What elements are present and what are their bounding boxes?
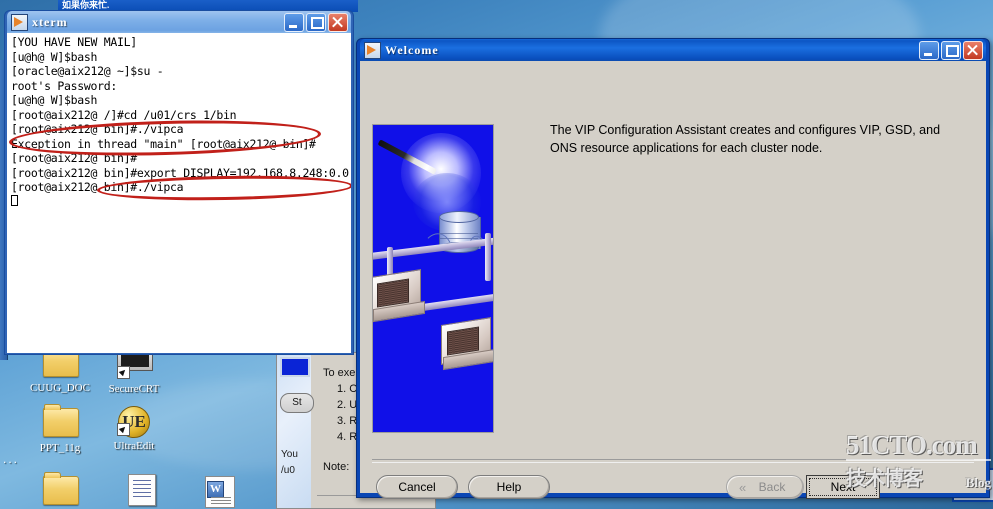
terminal-line: Exception in thread "main" [root@aix212@…	[11, 136, 316, 151]
oracle-splash-illustration	[372, 124, 494, 433]
desktop: 如果你来忙. CUUG_DOC SecureCRT PPT_11g UE Ult…	[0, 0, 993, 509]
word-document-icon: W	[203, 476, 237, 508]
terminal-line: [root@aix212@ bin]#./vipca	[11, 122, 184, 136]
background-window-selection	[280, 357, 310, 377]
desktop-icon-folder-bottom[interactable]	[22, 472, 98, 509]
welcome-message: The VIP Configuration Assistant creates …	[550, 123, 941, 155]
desktop-icon-label: SecureCRT	[108, 383, 160, 395]
terminal-line: [YOU HAVE NEW MAIL]	[11, 35, 137, 49]
desktop-icon-ppt-11g[interactable]: PPT_11g	[22, 404, 98, 454]
desktop-icon-label: PPT_11g	[39, 442, 81, 454]
background-window-text-you: You	[281, 449, 298, 460]
back-button-label: Back	[758, 480, 786, 494]
welcome-dialog-window[interactable]: Welcome The VIP Configuration Assistant …	[356, 38, 990, 499]
folder-icon	[43, 404, 79, 438]
desktop-ellipsis: ...	[3, 452, 20, 466]
welcome-title: Welcome	[385, 42, 439, 57]
cancel-button-label: Cancel	[398, 480, 436, 494]
help-button-label: Help	[496, 480, 522, 494]
terminal-line: [root@aix212@ /]#cd /u01/crs_1/bin	[11, 107, 237, 122]
close-icon[interactable]	[963, 40, 983, 60]
xterm-window[interactable]: xterm [YOU HAVE NEW MAIL] [u@h@ W]$bash …	[4, 10, 354, 355]
xterm-titlebar[interactable]: xterm	[7, 11, 351, 33]
next-button[interactable]: Next	[806, 475, 880, 499]
desktop-icon-label: UltraEdit	[113, 440, 155, 452]
document-icon	[125, 474, 159, 506]
terminal-line: [root@aix212@ bin]#export DISPLAY=192.16…	[11, 165, 349, 180]
background-window-start-button[interactable]: St	[280, 393, 314, 413]
welcome-titlebar[interactable]: Welcome	[360, 39, 986, 61]
minimize-icon[interactable]	[919, 40, 939, 60]
desktop-icon-label: CUUG_DOC	[30, 382, 90, 394]
xterm-title: xterm	[32, 14, 68, 29]
xterm-window-controls	[284, 12, 348, 32]
terminal-line: root's Password:	[11, 78, 117, 93]
minimize-icon[interactable]	[284, 12, 304, 32]
computer-node-left	[373, 269, 425, 323]
welcome-window-controls	[919, 40, 983, 60]
cancel-button[interactable]: Cancel	[376, 475, 458, 499]
terminal-cursor	[11, 194, 18, 206]
maximize-icon[interactable]	[306, 12, 326, 32]
ultraedit-icon: UE	[117, 406, 151, 438]
desktop-icon-word-doc[interactable]: W	[182, 476, 258, 509]
welcome-dialog-body: The VIP Configuration Assistant creates …	[360, 61, 986, 499]
terminal-line: [oracle@aix212@ ~]$su -	[11, 64, 164, 78]
pipe-post	[485, 233, 491, 281]
terminal-line: [root@aix212@ bin]#	[11, 151, 137, 165]
back-button[interactable]: « Back	[726, 475, 804, 499]
xterm-screen[interactable]: [YOU HAVE NEW MAIL] [u@h@ W]$bash [oracl…	[7, 33, 351, 353]
dialog-divider	[372, 459, 974, 463]
terminal-line: [root@aix212@ bin]#./vipca	[11, 180, 184, 194]
desktop-icon-document-bottom[interactable]	[104, 474, 180, 508]
close-icon[interactable]	[328, 12, 348, 32]
partial-window-title: 如果你来忙.	[62, 0, 110, 10]
welcome-app-icon	[364, 41, 381, 59]
terminal-line: [u@h@ W]$bash	[11, 93, 98, 107]
terminal-line: [u@h@ W]$bash	[11, 49, 98, 64]
computer-node-right	[441, 317, 493, 371]
maximize-icon[interactable]	[941, 40, 961, 60]
terminal-cursor-line	[11, 194, 349, 210]
xterm-app-icon	[11, 13, 28, 31]
help-button[interactable]: Help	[468, 475, 550, 499]
background-window-sidebar: St You /u0	[277, 353, 314, 508]
focus-outline	[809, 478, 877, 496]
desktop-icon-ultraedit[interactable]: UE UltraEdit	[96, 406, 172, 452]
folder-icon	[43, 472, 79, 506]
chevron-left-icon: «	[739, 480, 747, 495]
background-window-text-path: /u0	[281, 465, 295, 476]
